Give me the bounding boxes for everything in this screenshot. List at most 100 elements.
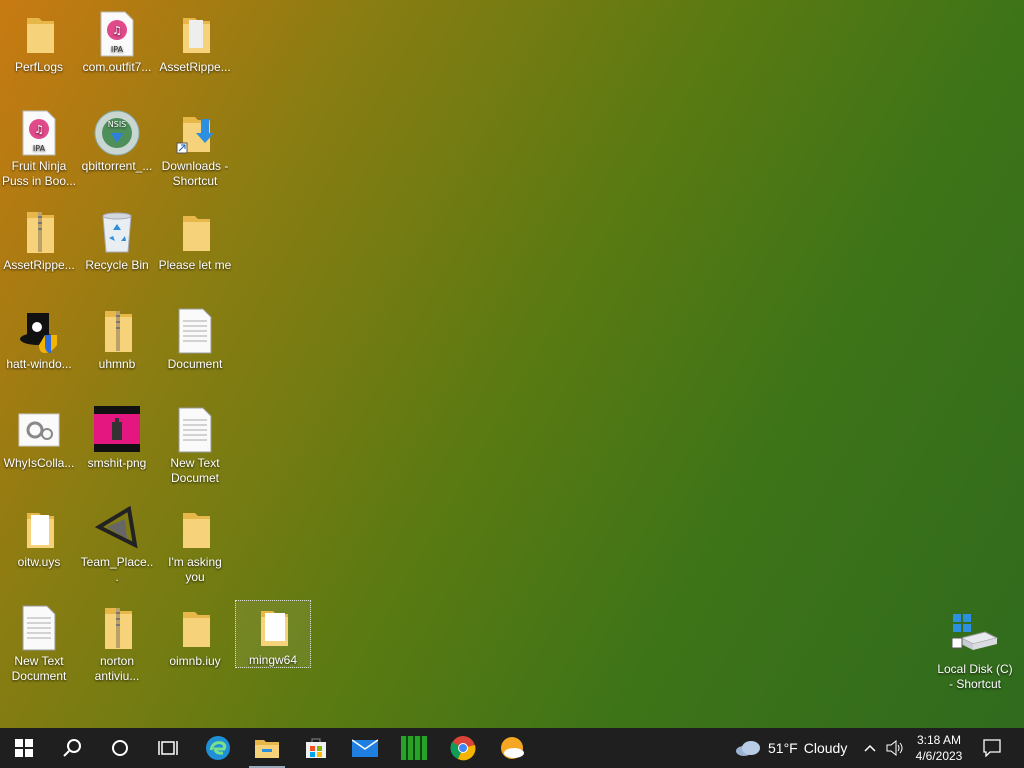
notification-icon (983, 739, 1001, 757)
icon-label: Downloads - Shortcut (161, 159, 229, 188)
desktop-icon-local-disk-shortcut[interactable]: Local Disk (C) - Shortcut (937, 610, 1013, 694)
icon-label: New Text Documet (170, 456, 220, 485)
icon-label: hatt-windo... (6, 357, 72, 371)
task-view-icon (158, 741, 178, 755)
text-document-icon (171, 307, 219, 355)
folder-icon (171, 10, 219, 58)
desktop-icon-norton-antivirus[interactable]: norton antiviu... (79, 602, 155, 686)
desktop-icon-new-text-documet[interactable]: New Text Documet (157, 404, 233, 488)
weather-sun-icon (501, 737, 524, 759)
desktop-icon-uhmnb[interactable]: uhmnb (79, 305, 155, 389)
ipa-file-icon: ♫ IPA (93, 10, 141, 58)
show-hidden-icons-button[interactable] (860, 728, 880, 768)
icon-label: I'm asking you (168, 555, 222, 584)
clock[interactable]: 3:18 AM 4/6/2023 (908, 728, 970, 768)
icon-label: Fruit Ninja Puss in Boo... (1, 159, 77, 188)
icon-label: WhyIsColla... (3, 456, 75, 470)
desktop-icon-com-outfit7[interactable]: ♫ IPA com.outfit7... (79, 8, 155, 92)
desktop-icon-team-place[interactable]: Team_Place... (79, 503, 155, 587)
icon-label: Recycle Bin (85, 258, 149, 272)
folder-icon (171, 604, 219, 652)
zip-folder-icon (15, 208, 63, 256)
icon-label: AssetRippe... (3, 258, 75, 272)
desktop-icon-fruit-ninja[interactable]: ♫ IPA Fruit Ninja Puss in Boo... (1, 107, 77, 191)
desktop-icon-downloads-shortcut[interactable]: Downloads - Shortcut (157, 107, 233, 191)
taskbar: 51°F Cloudy 3:18 AM 4/6/2023 (0, 728, 1024, 768)
cortana-button[interactable] (96, 728, 144, 768)
icon-label: smshit-png (87, 456, 147, 470)
ipa-badge: IPA (111, 45, 124, 54)
ipa-badge: IPA (33, 144, 46, 153)
desktop-icon-qbittorrent[interactable]: NSIS qbittorrent_... (79, 107, 155, 191)
icon-label: oitw.uys (17, 555, 61, 569)
desktop-icon-whyiscollapsing[interactable]: WhyIsColla... (1, 404, 77, 488)
zip-folder-icon (93, 604, 141, 652)
clock-date: 4/6/2023 (915, 749, 963, 763)
icon-label: PerfLogs (14, 60, 64, 74)
folder-icon (15, 10, 63, 58)
icon-label: AssetRippe... (159, 60, 231, 74)
desktop-icon-assetripper-zip[interactable]: AssetRippe... (1, 206, 77, 290)
volume-button[interactable] (884, 728, 906, 768)
nsis-badge: NSIS (108, 120, 127, 129)
mail-icon (352, 739, 378, 757)
desktop-icon-smshit-png[interactable]: smshit-png (79, 404, 155, 488)
icon-label: New Text Document (11, 654, 67, 683)
desktop-icon-hatt-windows[interactable]: hatt-windo... (1, 305, 77, 389)
start-button[interactable] (0, 728, 48, 768)
search-button[interactable] (48, 728, 96, 768)
text-document-icon (15, 604, 63, 652)
taskbar-microsoft-store[interactable] (292, 728, 340, 768)
desktop-icon-oimnb[interactable]: oimnb.iuy (157, 602, 233, 686)
taskbar-mail[interactable] (341, 728, 389, 768)
svg-text:♫: ♫ (34, 123, 44, 136)
desktop-icon-perflogs[interactable]: PerfLogs (1, 8, 77, 92)
ipa-file-icon: ♫ IPA (15, 109, 63, 157)
weather-widget[interactable]: 51°F Cloudy (734, 728, 847, 768)
cloud-icon (736, 741, 760, 756)
clock-time: 3:18 AM (916, 733, 962, 747)
folder-icon (249, 603, 297, 651)
icon-label: uhmnb (98, 357, 136, 371)
downloads-folder-icon (171, 109, 219, 157)
weather-condition: Cloudy (803, 740, 848, 756)
taskbar-file-explorer[interactable] (243, 728, 291, 768)
search-icon (63, 739, 81, 757)
minecraft-icon (401, 736, 427, 760)
weather-temp: 51°F (768, 740, 798, 756)
microsoft-store-icon (306, 738, 326, 758)
text-document-icon (171, 406, 219, 454)
taskbar-weather-app[interactable] (488, 728, 536, 768)
icon-label: norton antiviu... (94, 654, 140, 683)
icon-label: com.outfit7... (82, 60, 152, 74)
chevron-up-icon (864, 744, 876, 752)
taskbar-edge[interactable] (194, 728, 242, 768)
file-explorer-icon (255, 740, 279, 758)
icon-label: ‎Please let me (158, 258, 232, 272)
edge-icon (206, 736, 230, 760)
action-center-button[interactable] (978, 728, 1006, 768)
desktop[interactable]: PerfLogs ♫ IPA Fruit Ninja Puss in Boo...… (0, 0, 1024, 728)
recycle-bin-icon (93, 208, 141, 256)
desktop-icon-new-text-document[interactable]: New Text Document (1, 602, 77, 686)
folder-icon (171, 505, 219, 553)
icon-label: Local Disk (C) - Shortcut (937, 662, 1013, 691)
desktop-icon-assetripper-folder[interactable]: AssetRippe... (157, 8, 233, 92)
folder-icon (15, 505, 63, 553)
desktop-icon-oitw[interactable]: oitw.uys (1, 503, 77, 587)
icon-label: Document (167, 357, 223, 371)
folder-icon (171, 208, 219, 256)
desktop-icon-im-asking-you[interactable]: I'm asking you (157, 503, 233, 587)
icon-label: mingw64 (248, 653, 298, 667)
taskbar-chrome[interactable] (439, 728, 487, 768)
image-thumbnail-icon (93, 406, 141, 454)
desktop-icon-recycle-bin[interactable]: Recycle Bin (79, 206, 155, 290)
icon-label: Team_Place... (80, 555, 154, 584)
desktop-icon-document[interactable]: Document (157, 305, 233, 389)
task-view-button[interactable] (144, 728, 192, 768)
desktop-icon-mingw64[interactable]: mingw64 (235, 600, 311, 668)
icon-label: oimnb.iuy (169, 654, 221, 668)
desktop-icon-please-let-me[interactable]: ‎Please let me (157, 206, 233, 290)
speaker-icon (886, 740, 903, 756)
taskbar-minecraft[interactable] (390, 728, 438, 768)
